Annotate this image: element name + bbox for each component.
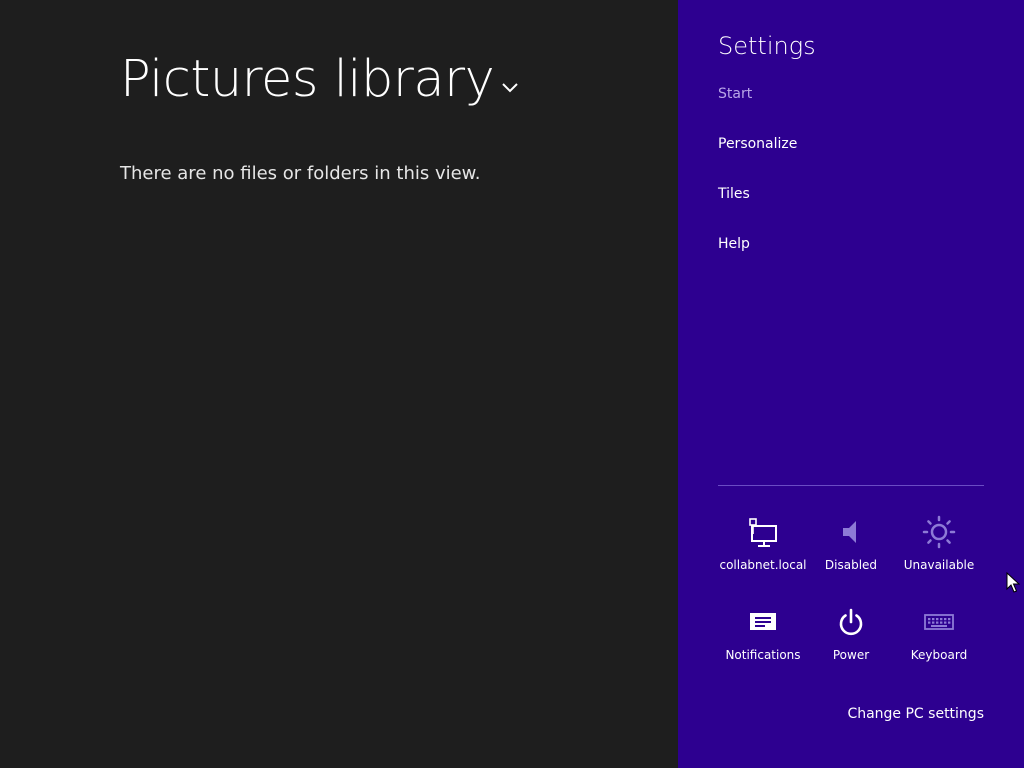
empty-message: There are no files or folders in this vi…: [120, 163, 481, 184]
notifications-icon: [745, 604, 781, 640]
divider: [718, 485, 984, 486]
settings-link-personalize[interactable]: Personalize: [718, 136, 797, 152]
library-title: Pictures library: [120, 50, 495, 109]
network-tile[interactable]: collabnet.local: [719, 514, 807, 578]
screen: Pictures library There are no files or f…: [0, 0, 1024, 768]
chevron-down-icon[interactable]: [496, 68, 524, 108]
mouse-cursor-icon: [1006, 571, 1021, 594]
pictures-library-view: Pictures library There are no files or f…: [0, 0, 678, 768]
brightness-icon: [921, 514, 957, 550]
notifications-tile[interactable]: Notifications: [719, 604, 807, 668]
keyboard-tile[interactable]: Keyboard: [895, 604, 983, 668]
settings-link-help[interactable]: Help: [718, 236, 750, 252]
change-pc-settings-link[interactable]: Change PC settings: [847, 706, 984, 722]
settings-charm: Settings Start Personalize Tiles Help co…: [678, 0, 1024, 768]
settings-link-tiles[interactable]: Tiles: [718, 186, 750, 202]
power-tile[interactable]: Power: [807, 604, 895, 668]
charm-title: Settings: [718, 32, 816, 60]
speaker-icon: [833, 514, 869, 550]
power-icon: [833, 604, 869, 640]
library-header[interactable]: Pictures library: [120, 48, 524, 112]
network-icon: [745, 514, 781, 550]
keyboard-label: Keyboard: [910, 648, 968, 662]
brightness-label: Unavailable: [903, 558, 975, 572]
keyboard-icon: [921, 604, 957, 640]
brightness-tile[interactable]: Unavailable: [895, 514, 983, 578]
volume-tile[interactable]: Disabled: [807, 514, 895, 578]
settings-link-start: Start: [718, 86, 753, 102]
